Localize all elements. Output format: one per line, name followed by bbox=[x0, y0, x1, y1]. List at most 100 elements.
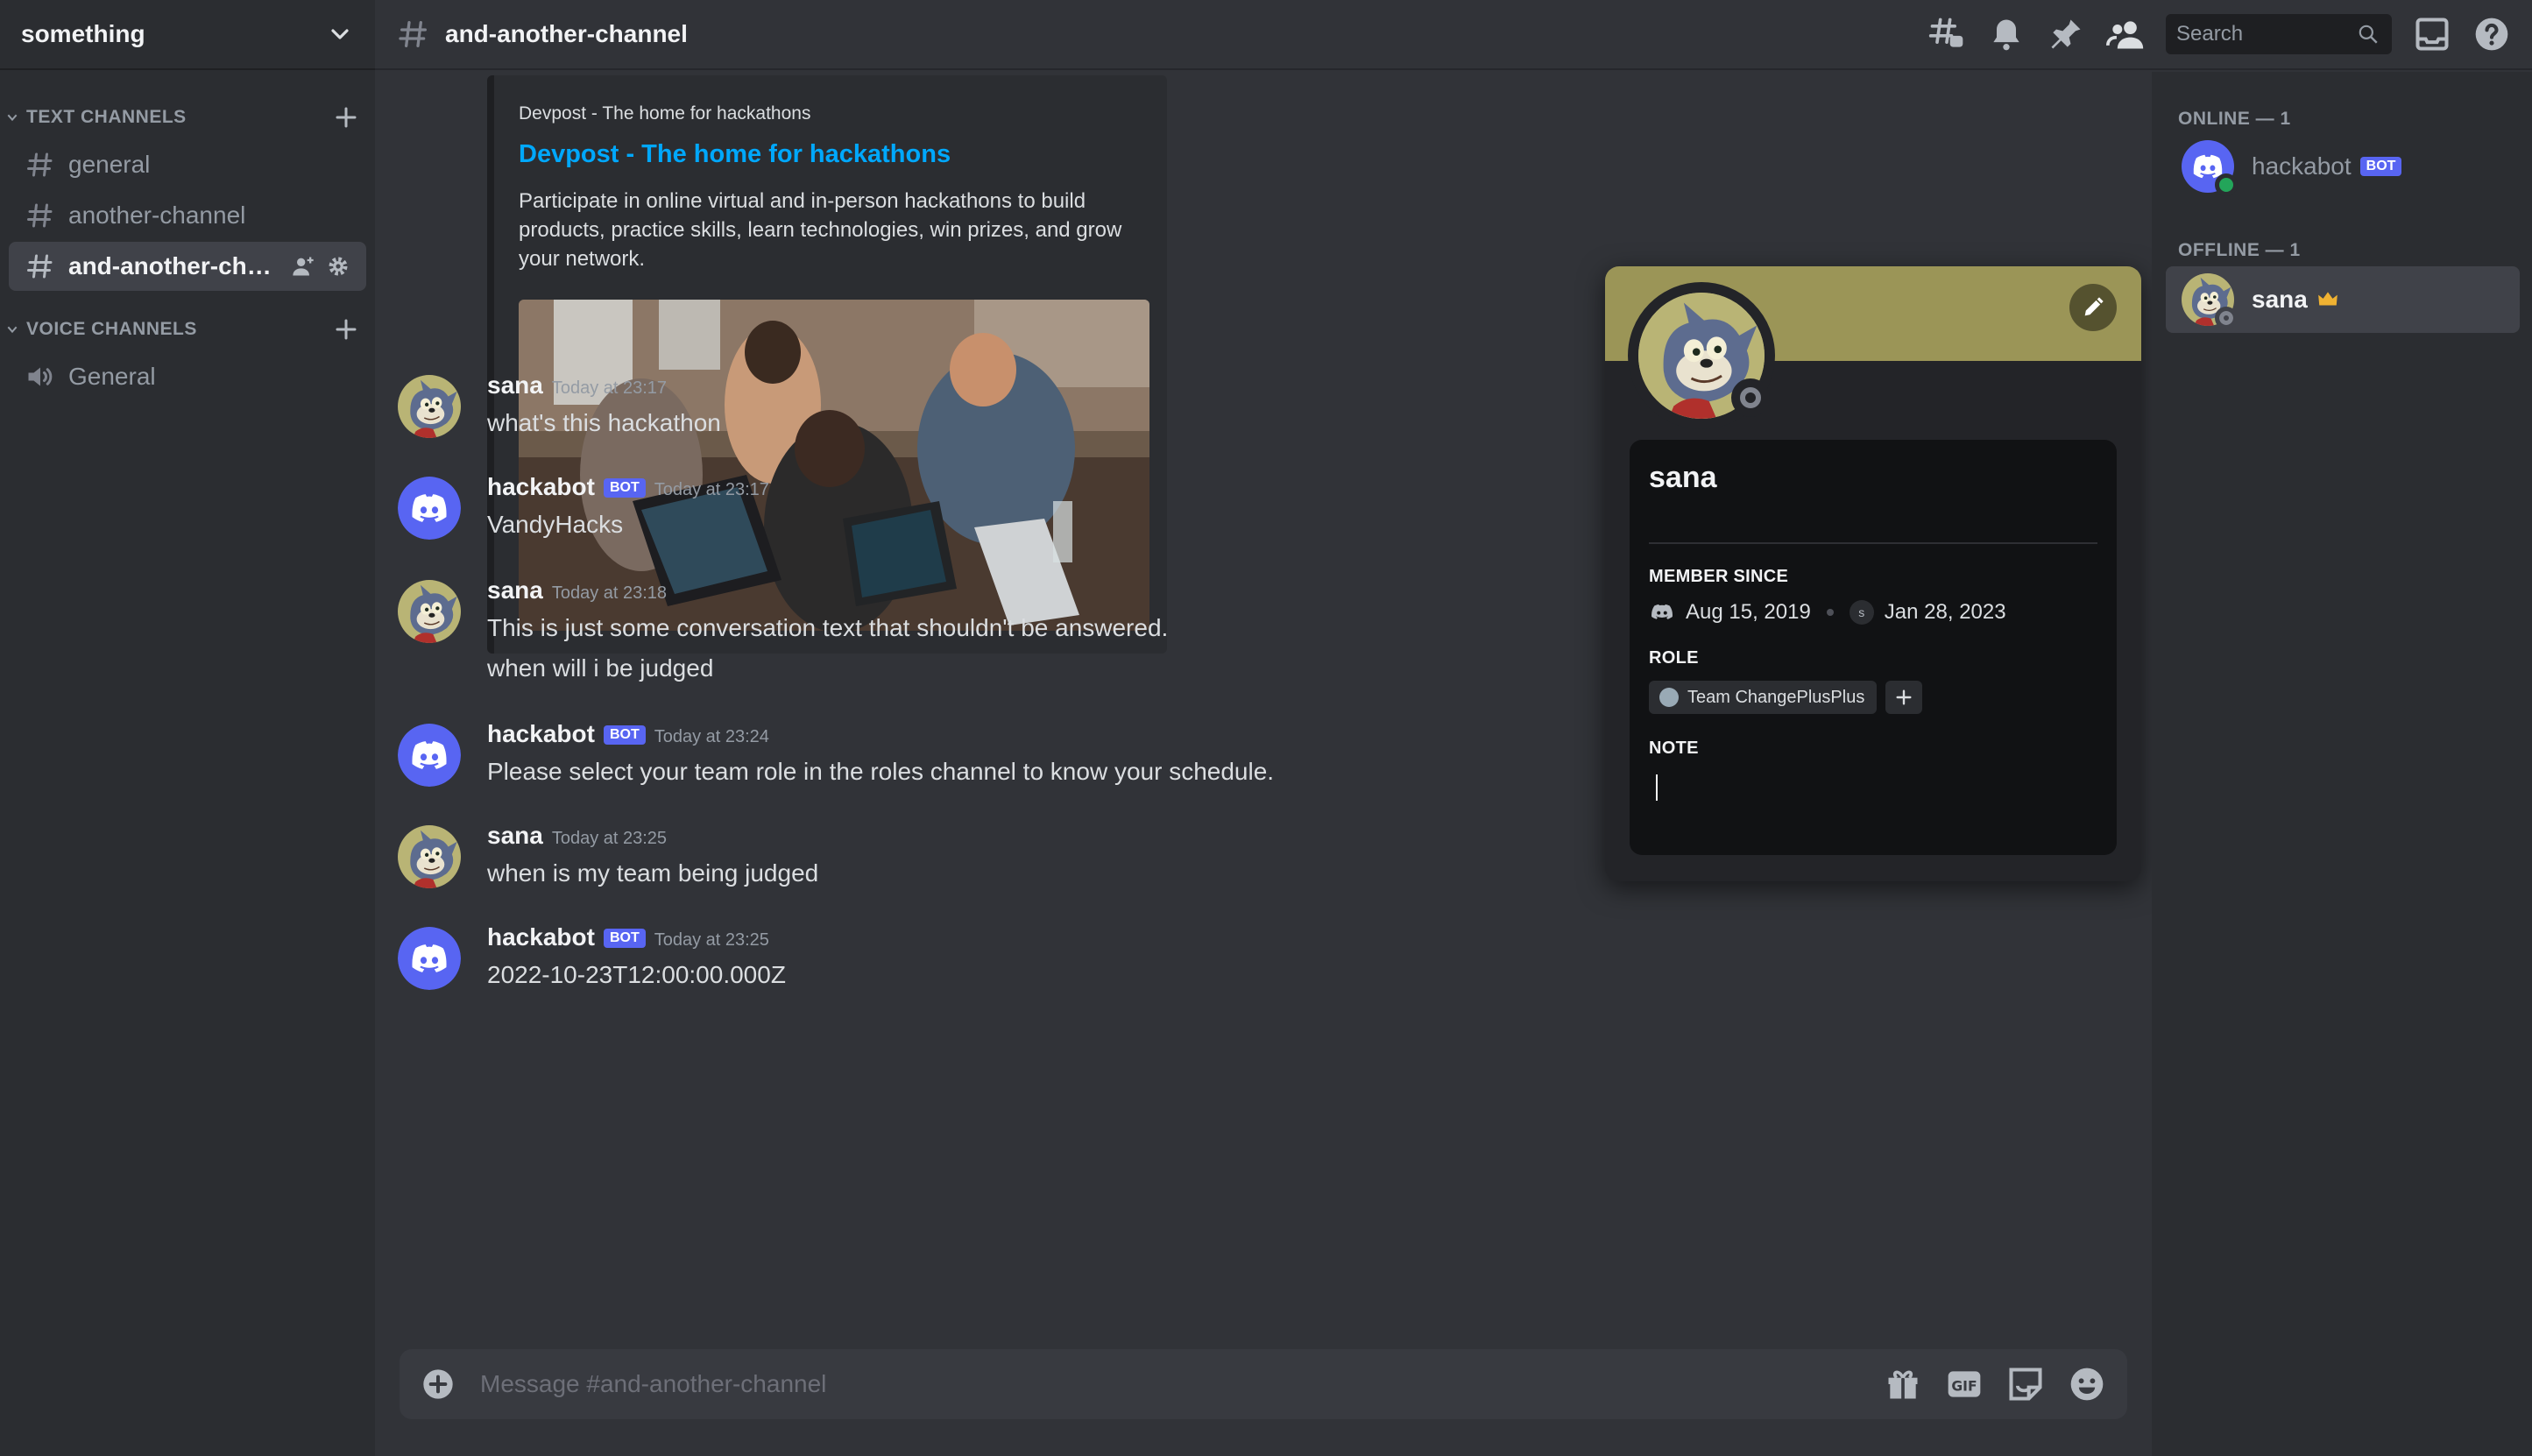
role-color-dot bbox=[1659, 688, 1679, 707]
chevron-down-icon[interactable] bbox=[326, 20, 354, 48]
message-timestamp: Today at 23:25 bbox=[654, 930, 769, 950]
message-composer[interactable]: Message #and-another-channel GIF bbox=[400, 1349, 2127, 1419]
message-timestamp: Today at 23:18 bbox=[551, 583, 668, 603]
member-list-icon[interactable] bbox=[2106, 15, 2145, 53]
embed-title-link[interactable]: Devpost - The home for hackathons bbox=[519, 140, 1142, 169]
separator-dot bbox=[1826, 609, 1834, 616]
link-embed: Devpost - The home for hackathons Devpos… bbox=[487, 75, 1167, 654]
online-status-icon bbox=[2215, 173, 2238, 196]
discord-logo-icon bbox=[1651, 604, 1673, 619]
help-icon[interactable] bbox=[2472, 15, 2511, 53]
speaker-icon bbox=[28, 367, 53, 386]
invite-people-icon[interactable] bbox=[291, 254, 315, 279]
search-input[interactable]: Search bbox=[2166, 14, 2392, 54]
avatar[interactable] bbox=[398, 724, 461, 787]
sidebar-channel-and-another-channel[interactable]: and-another-chan... bbox=[9, 242, 366, 291]
category-label: TEXT CHANNELS bbox=[26, 107, 187, 127]
message-text: Please select your team role in the role… bbox=[487, 758, 1275, 785]
channel-name: general bbox=[68, 151, 151, 178]
threads-icon[interactable] bbox=[1927, 15, 1966, 53]
hash-icon bbox=[27, 254, 53, 279]
message-author[interactable]: hackabot bbox=[487, 720, 595, 748]
avatar[interactable] bbox=[398, 825, 461, 888]
avatar[interactable] bbox=[398, 375, 461, 438]
server-name: something bbox=[21, 20, 145, 47]
channel-name: another-channel bbox=[68, 201, 246, 229]
gear-icon[interactable] bbox=[326, 254, 350, 279]
member-item-sana[interactable]: sana bbox=[2166, 266, 2520, 333]
plus-icon bbox=[1896, 689, 1912, 705]
message-text: VandyHacks bbox=[487, 511, 624, 538]
message-author[interactable]: hackabot bbox=[487, 923, 595, 951]
add-role-button[interactable] bbox=[1885, 681, 1923, 714]
avatar bbox=[2182, 140, 2238, 196]
channel-title: and-another-channel bbox=[445, 20, 688, 47]
member-name: hackabot bbox=[2252, 152, 2352, 180]
channel-name: General bbox=[68, 363, 156, 390]
text-cursor bbox=[1656, 774, 1658, 801]
profile-username: sana bbox=[1649, 461, 1717, 494]
text-channels-category[interactable]: TEXT CHANNELS bbox=[0, 100, 375, 135]
message-text: 2022-10-23T12:00:00.000Z bbox=[487, 961, 786, 988]
channel-name: and-another-chan... bbox=[68, 252, 279, 279]
emoji-icon[interactable] bbox=[2068, 1365, 2106, 1403]
message-author[interactable]: hackabot bbox=[487, 473, 595, 501]
embed-provider: Devpost - The home for hackathons bbox=[519, 103, 811, 124]
avatar[interactable] bbox=[398, 477, 461, 540]
bot-badge: BOT bbox=[603, 478, 646, 498]
bot-badge: BOT bbox=[603, 929, 646, 948]
offline-status-icon bbox=[1731, 378, 1770, 417]
message-timestamp: Today at 23:17 bbox=[654, 480, 769, 499]
message-text: when is my team being judged bbox=[487, 859, 819, 887]
role-pill[interactable]: Team ChangePlusPlus bbox=[1649, 681, 1878, 714]
message-author[interactable]: sana bbox=[487, 576, 543, 604]
message-text: when will i be judged bbox=[487, 654, 714, 682]
bot-badge: BOT bbox=[2359, 157, 2402, 176]
sidebar-channel-general[interactable]: general bbox=[9, 140, 366, 189]
chevron-down-icon bbox=[7, 114, 18, 122]
voice-channels-category[interactable]: VOICE CHANNELS bbox=[0, 312, 375, 347]
user-profile-popout: sana MEMBER SINCE Aug 15, 2019 s Jan 28,… bbox=[1605, 266, 2141, 881]
role-heading: ROLE bbox=[1649, 648, 1699, 668]
hash-icon bbox=[27, 152, 53, 177]
hash-icon bbox=[27, 203, 53, 228]
role-name: Team ChangePlusPlus bbox=[1687, 687, 1865, 707]
gift-icon[interactable] bbox=[1884, 1365, 1922, 1403]
bot-badge: BOT bbox=[603, 725, 646, 745]
message-input[interactable]: Message #and-another-channel bbox=[480, 1370, 1884, 1398]
message-timestamp: Today at 23:17 bbox=[551, 378, 668, 398]
role-list: Team ChangePlusPlus bbox=[1649, 681, 2097, 714]
message-author[interactable]: sana bbox=[487, 822, 543, 850]
member-since-row: Aug 15, 2019 s Jan 28, 2023 bbox=[1649, 599, 2097, 626]
note-heading: NOTE bbox=[1649, 739, 1699, 758]
note-input[interactable] bbox=[1649, 774, 2097, 809]
add-attachment-icon[interactable] bbox=[421, 1367, 456, 1402]
sticker-icon[interactable] bbox=[2006, 1365, 2045, 1403]
pin-icon[interactable] bbox=[2047, 15, 2085, 53]
member-item-hackabot[interactable]: hackabot BOT bbox=[2166, 133, 2520, 200]
online-group-header: ONLINE — 1 bbox=[2178, 109, 2291, 129]
gif-icon[interactable]: GIF bbox=[1945, 1365, 1984, 1403]
message-timestamp: Today at 23:24 bbox=[654, 727, 769, 746]
offline-status-icon bbox=[2215, 307, 2238, 329]
sidebar-channel-another-channel[interactable]: another-channel bbox=[9, 191, 366, 240]
offline-group-header: OFFLINE — 1 bbox=[2178, 240, 2301, 260]
member-since-heading: MEMBER SINCE bbox=[1649, 567, 1789, 586]
pencil-icon bbox=[2084, 297, 2104, 316]
member-name: sana bbox=[2252, 286, 2308, 313]
create-channel-plus-icon[interactable] bbox=[333, 104, 359, 131]
message-author[interactable]: sana bbox=[487, 371, 543, 399]
inbox-icon[interactable] bbox=[2413, 15, 2451, 53]
channel-sidebar: something TEXT CHANNELS general another-… bbox=[0, 0, 375, 1456]
server-header[interactable]: something bbox=[0, 0, 375, 70]
avatar[interactable] bbox=[398, 580, 461, 643]
hash-icon bbox=[399, 21, 427, 47]
create-channel-plus-icon[interactable] bbox=[333, 316, 359, 343]
svg-text:GIF: GIF bbox=[1951, 1378, 1977, 1394]
sidebar-voice-channel-general[interactable]: General bbox=[9, 352, 366, 401]
channel-header: and-another-channel Search bbox=[375, 0, 2532, 70]
search-icon bbox=[2359, 25, 2378, 44]
avatar[interactable] bbox=[398, 927, 461, 990]
bell-icon[interactable] bbox=[1987, 15, 2026, 53]
edit-profile-button[interactable] bbox=[2069, 284, 2117, 331]
